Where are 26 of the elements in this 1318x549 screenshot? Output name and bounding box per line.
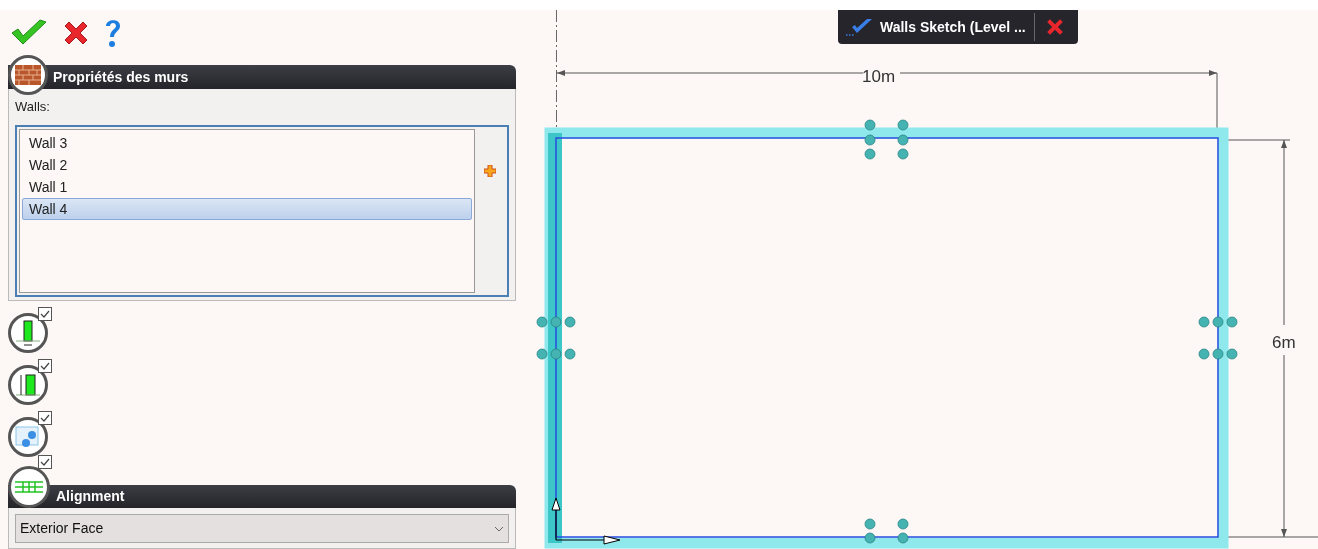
dimension-label: 10m xyxy=(862,66,896,88)
dimension-label: 6m xyxy=(1272,332,1296,354)
checkmark-icon[interactable] xyxy=(846,17,874,37)
walls-label: Walls: xyxy=(15,98,51,116)
wall-list-item[interactable]: Wall 4 xyxy=(22,198,472,220)
toolbar-title: Walls Sketch (Level ... xyxy=(880,17,1026,37)
height-option-icon[interactable] xyxy=(8,365,48,405)
axis-arrows xyxy=(551,497,621,545)
panel-title: Alignment xyxy=(56,487,125,506)
chevron-down-icon xyxy=(494,525,504,532)
alignment-dropdown[interactable]: Exterior Face xyxy=(15,514,509,543)
wall-list-item[interactable]: Wall 3 xyxy=(22,132,472,154)
help-icon[interactable] xyxy=(104,17,122,49)
add-icon[interactable] xyxy=(484,165,496,177)
checkbox[interactable] xyxy=(38,411,52,425)
brick-icon xyxy=(8,55,48,95)
width-option-icon[interactable] xyxy=(8,313,48,353)
checkbox[interactable] xyxy=(38,455,52,469)
panel-title: Propriétés des murs xyxy=(53,67,189,87)
wall-list-item[interactable]: Wall 1 xyxy=(22,176,472,198)
close-icon[interactable] xyxy=(62,19,90,47)
checkbox[interactable] xyxy=(38,359,52,373)
style-option-icon[interactable] xyxy=(8,417,48,457)
wall-list-item[interactable]: Wall 2 xyxy=(22,154,472,176)
checkbox[interactable] xyxy=(38,307,52,321)
checkmark-icon[interactable] xyxy=(10,19,48,47)
